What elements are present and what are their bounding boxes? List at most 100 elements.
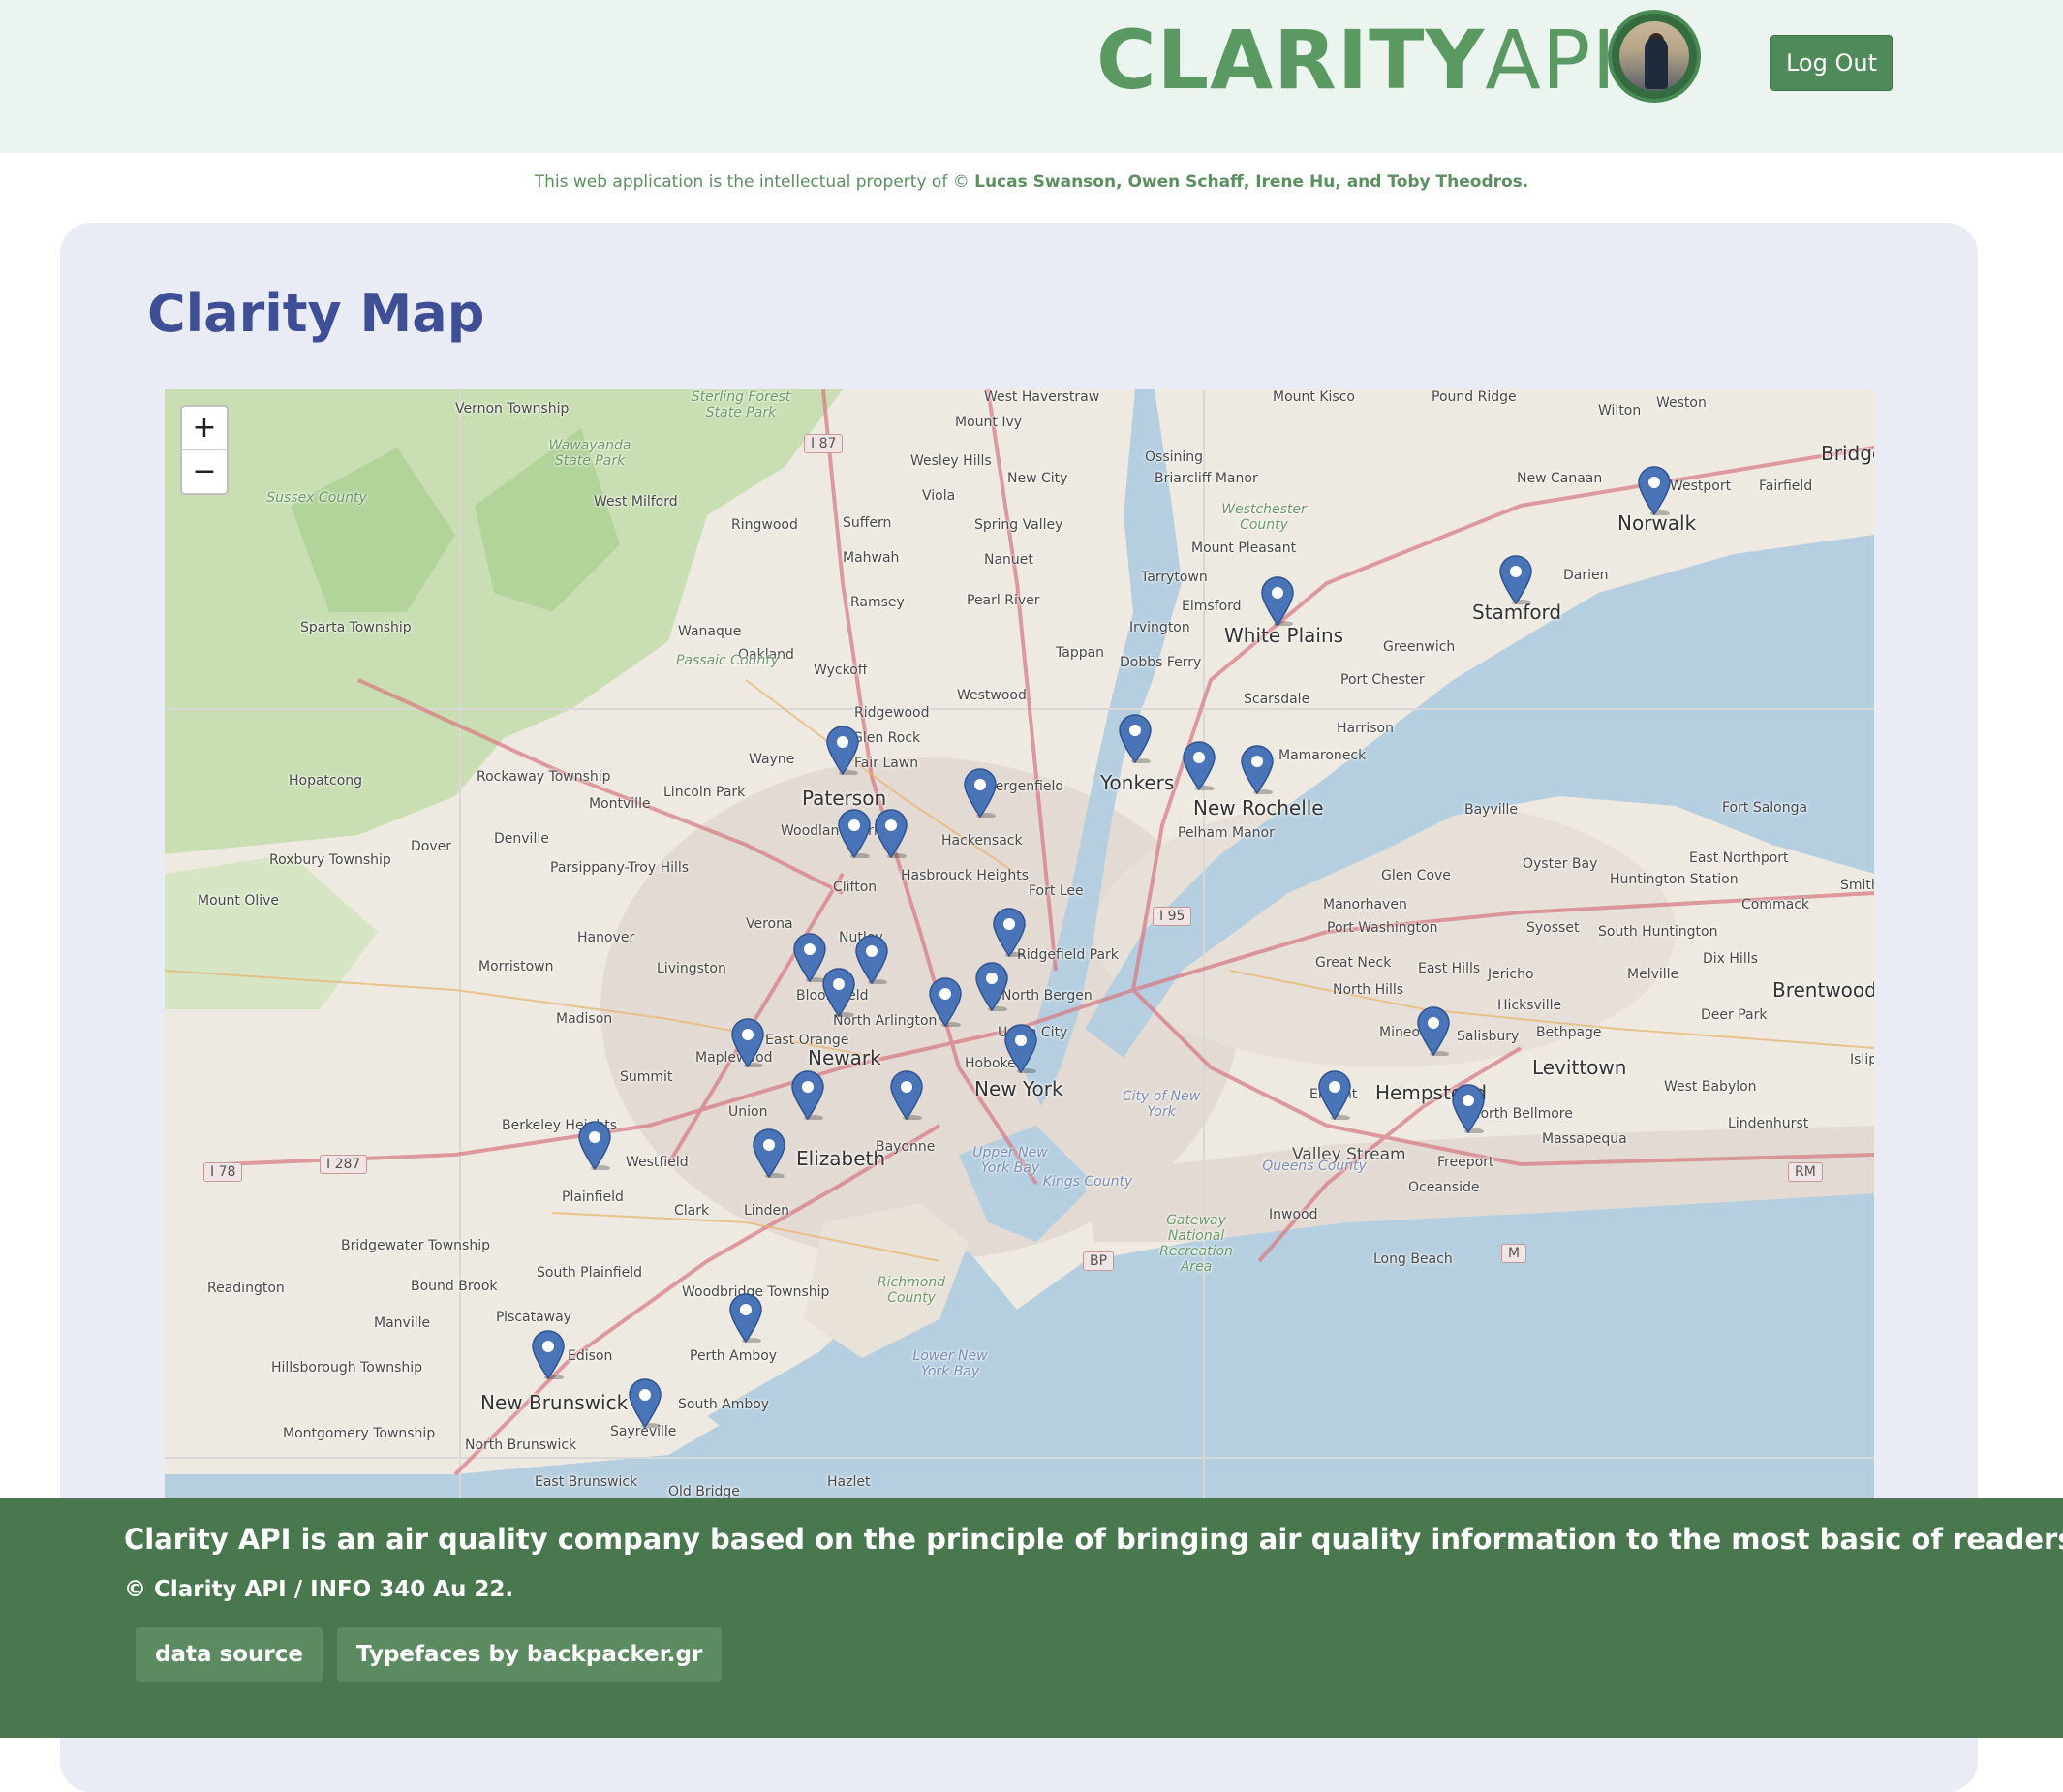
- map-marker-pin-icon[interactable]: [837, 808, 872, 859]
- place-label: North Brunswick: [465, 1437, 577, 1453]
- place-label: Wesley Hills: [910, 453, 992, 469]
- place-label: Elizabeth: [796, 1147, 886, 1170]
- area-label: Queens County: [1262, 1159, 1367, 1174]
- place-label: Readington: [207, 1281, 285, 1296]
- map-marker-pin-icon[interactable]: [992, 907, 1027, 958]
- map-marker-pin-icon[interactable]: [1118, 713, 1153, 764]
- place-label: New York: [974, 1077, 1063, 1100]
- place-label: Ramsey: [850, 595, 905, 610]
- area-label: Westchester County: [1221, 502, 1307, 533]
- map-marker-pin-icon[interactable]: [963, 767, 998, 819]
- place-label: New Brunswick: [480, 1391, 629, 1414]
- place-label: Dix Hills: [1703, 951, 1758, 967]
- map-marker-pin-icon[interactable]: [974, 961, 1009, 1012]
- area-label: Lower New York Bay: [912, 1348, 988, 1379]
- map-marker-pin-icon[interactable]: [1182, 740, 1216, 791]
- map-marker-pin-icon[interactable]: [1003, 1023, 1038, 1074]
- map-marker-pin-icon[interactable]: [752, 1128, 786, 1179]
- place-label: South Huntington: [1598, 924, 1718, 940]
- place-label: Manville: [374, 1315, 431, 1331]
- place-label: Piscataway: [496, 1310, 571, 1325]
- place-label: Linden: [744, 1203, 789, 1219]
- map-marker-pin-icon[interactable]: [577, 1120, 612, 1171]
- typefaces-link-button[interactable]: Typefaces by backpacker.gr: [337, 1627, 723, 1682]
- place-label: Yonkers: [1100, 771, 1175, 794]
- place-label: Hackensack: [941, 833, 1023, 849]
- place-label: Hasbrouck Heights: [901, 868, 1030, 883]
- place-label: Port Washington: [1327, 920, 1438, 936]
- place-label: South Amboy: [678, 1397, 770, 1412]
- area-label: Richmond County: [877, 1275, 946, 1306]
- map-marker-pin-icon[interactable]: [1451, 1083, 1486, 1134]
- place-label: Fort Lee: [1029, 883, 1084, 899]
- map-marker-pin-icon[interactable]: [1498, 554, 1533, 605]
- clarity-api-logo[interactable]: CLARITYAPI: [1096, 12, 1617, 108]
- place-label: Pound Ridge: [1432, 389, 1517, 405]
- place-label: Syosset: [1526, 920, 1580, 936]
- place-label: Parsippany-Troy Hills: [550, 860, 690, 876]
- map-marker-pin-icon[interactable]: [531, 1329, 566, 1380]
- place-label: Nanuet: [984, 552, 1033, 568]
- footer-tagline: Clarity API is an air quality company ba…: [124, 1523, 2063, 1556]
- area-label: Gateway National Recreation Area: [1159, 1213, 1233, 1275]
- map-marker-pin-icon[interactable]: [1260, 575, 1295, 627]
- map-marker-pin-icon[interactable]: [1637, 465, 1672, 516]
- place-label: East Hills: [1418, 961, 1481, 976]
- place-label: Smith: [1840, 878, 1874, 893]
- area-label: Sterling Forest State Park: [691, 389, 791, 420]
- place-label: Clark: [674, 1203, 710, 1219]
- place-label: Glen Rock: [852, 730, 921, 746]
- place-label: South Plainfield: [537, 1265, 643, 1281]
- place-label: Mount Kisco: [1273, 389, 1355, 405]
- place-label: Montville: [589, 796, 651, 812]
- page-title: Clarity Map: [147, 283, 485, 344]
- place-label: New Canaan: [1517, 471, 1603, 486]
- place-label: Westwood: [957, 688, 1027, 703]
- map-marker-pin-icon[interactable]: [889, 1069, 924, 1121]
- map-marker-pin-icon[interactable]: [854, 934, 889, 985]
- place-label: Hicksville: [1497, 998, 1562, 1013]
- map-marker-pin-icon[interactable]: [790, 1069, 825, 1121]
- area-label: Kings County: [1042, 1174, 1133, 1190]
- area-label: Passaic County: [675, 653, 780, 668]
- map-marker-pin-icon[interactable]: [1416, 1005, 1451, 1057]
- place-label: Ringwood: [731, 517, 798, 533]
- map-view[interactable]: Vernon Township West Milford Ringwood Spart…: [165, 389, 1874, 1499]
- user-avatar[interactable]: [1608, 10, 1701, 103]
- place-label: Levittown: [1532, 1056, 1627, 1079]
- log-out-button[interactable]: Log Out: [1770, 35, 1893, 91]
- map-marker-pin-icon[interactable]: [821, 967, 856, 1018]
- map-marker-pin-icon[interactable]: [728, 1292, 763, 1344]
- place-label: Rockaway Township: [477, 769, 611, 785]
- highway-shield: I 287: [320, 1155, 368, 1174]
- highway-shield: M: [1501, 1244, 1527, 1263]
- map-marker-pin-icon[interactable]: [928, 976, 963, 1028]
- place-label: Suffern: [843, 515, 892, 531]
- place-label: Wyckoff: [814, 663, 868, 678]
- place-label: Bridgewater Township: [341, 1238, 490, 1253]
- place-label: Summit: [620, 1069, 673, 1085]
- avatar-photo: [1619, 21, 1689, 91]
- place-label: Tarrytown: [1141, 570, 1208, 585]
- place-label: White Plains: [1224, 624, 1344, 647]
- place-label: Mamaroneck: [1278, 748, 1367, 763]
- data-source-button[interactable]: data source: [136, 1627, 323, 1682]
- map-marker-pin-icon[interactable]: [628, 1377, 662, 1429]
- map-marker-pin-icon[interactable]: [1240, 744, 1275, 795]
- zoom-in-button[interactable]: +: [182, 407, 227, 449]
- place-label: Hanover: [577, 930, 635, 945]
- map-marker-pin-icon[interactable]: [730, 1017, 765, 1068]
- place-label: Lindenhurst: [1728, 1116, 1809, 1131]
- place-label: Brentwood: [1772, 978, 1874, 1002]
- map-marker-pin-icon[interactable]: [825, 725, 860, 776]
- map-marker-pin-icon[interactable]: [1317, 1069, 1352, 1121]
- place-label: New Rochelle: [1193, 796, 1324, 819]
- map-marker-pin-icon[interactable]: [874, 808, 908, 859]
- highway-shield: RM: [1788, 1162, 1823, 1182]
- zoom-out-button[interactable]: −: [182, 449, 227, 493]
- top-header: CLARITYAPI Log Out: [0, 0, 2063, 153]
- place-label: Inwood: [1269, 1207, 1318, 1222]
- place-label: Bergenfield: [986, 779, 1064, 794]
- ip-notice: This web application is the intellectual…: [0, 172, 2063, 192]
- area-label: Wawayanda State Park: [548, 438, 631, 469]
